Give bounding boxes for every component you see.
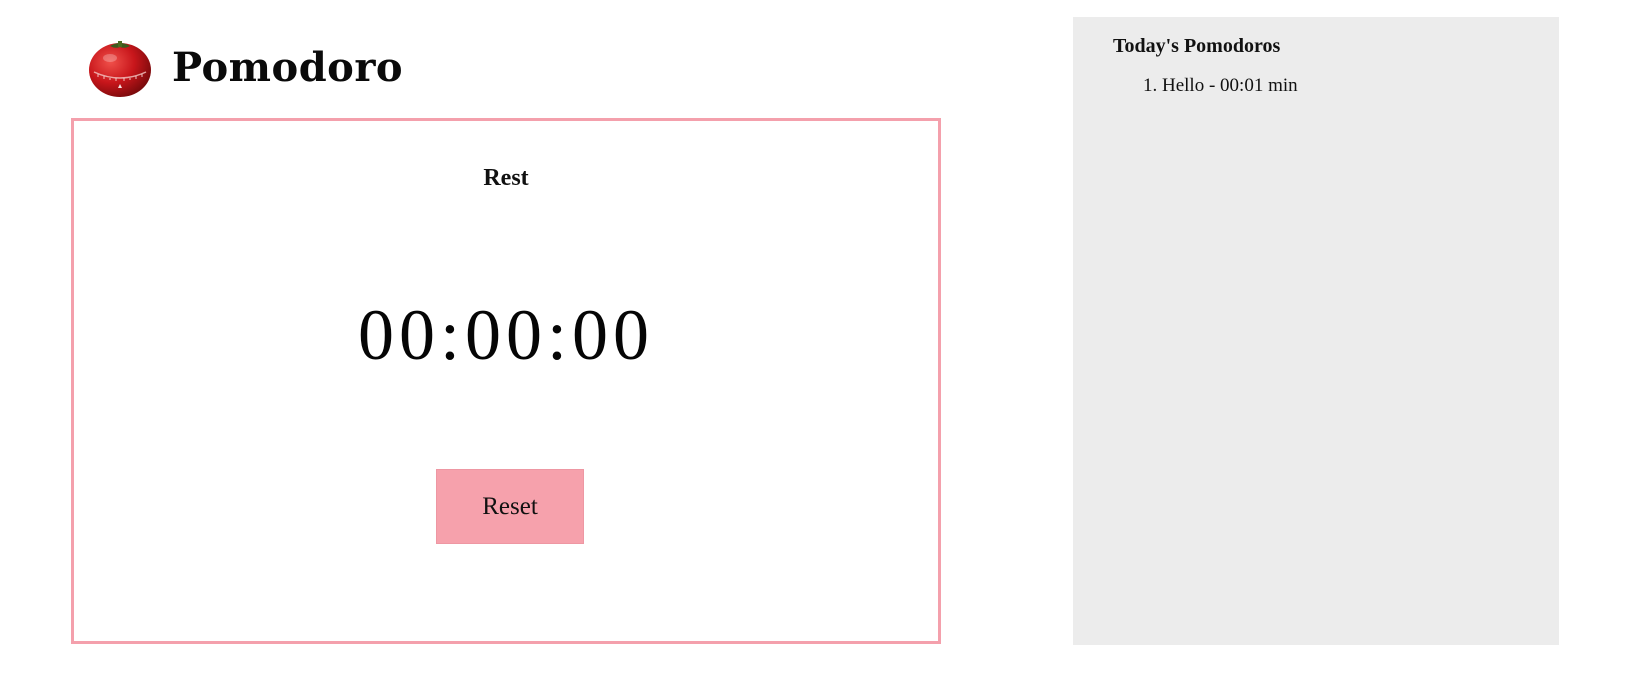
app-header: Pomodoro [88, 36, 403, 98]
page: Pomodoro Rest 00:00:00 Reset Today's Pom… [0, 0, 1628, 687]
app-title: Pomodoro [172, 43, 404, 91]
reset-button[interactable]: Reset [436, 469, 584, 544]
list-item: 1. Hello - 00:01 min [1143, 75, 1298, 97]
timer-card: Rest 00:00:00 Reset [71, 118, 941, 644]
list-item-number: 1. [1143, 75, 1158, 96]
timer-display: 00:00:00 [357, 295, 654, 375]
pomodoro-list: 1. Hello - 00:01 min [1143, 75, 1298, 105]
pomodoro-history-panel: Today's Pomodoros 1. Hello - 00:01 min [1073, 17, 1559, 645]
tomato-timer-icon [88, 36, 152, 98]
list-item-text: Hello - 00:01 min [1162, 75, 1298, 96]
history-title: Today's Pomodoros [1113, 35, 1281, 57]
timer-mode-label: Rest [483, 165, 529, 191]
